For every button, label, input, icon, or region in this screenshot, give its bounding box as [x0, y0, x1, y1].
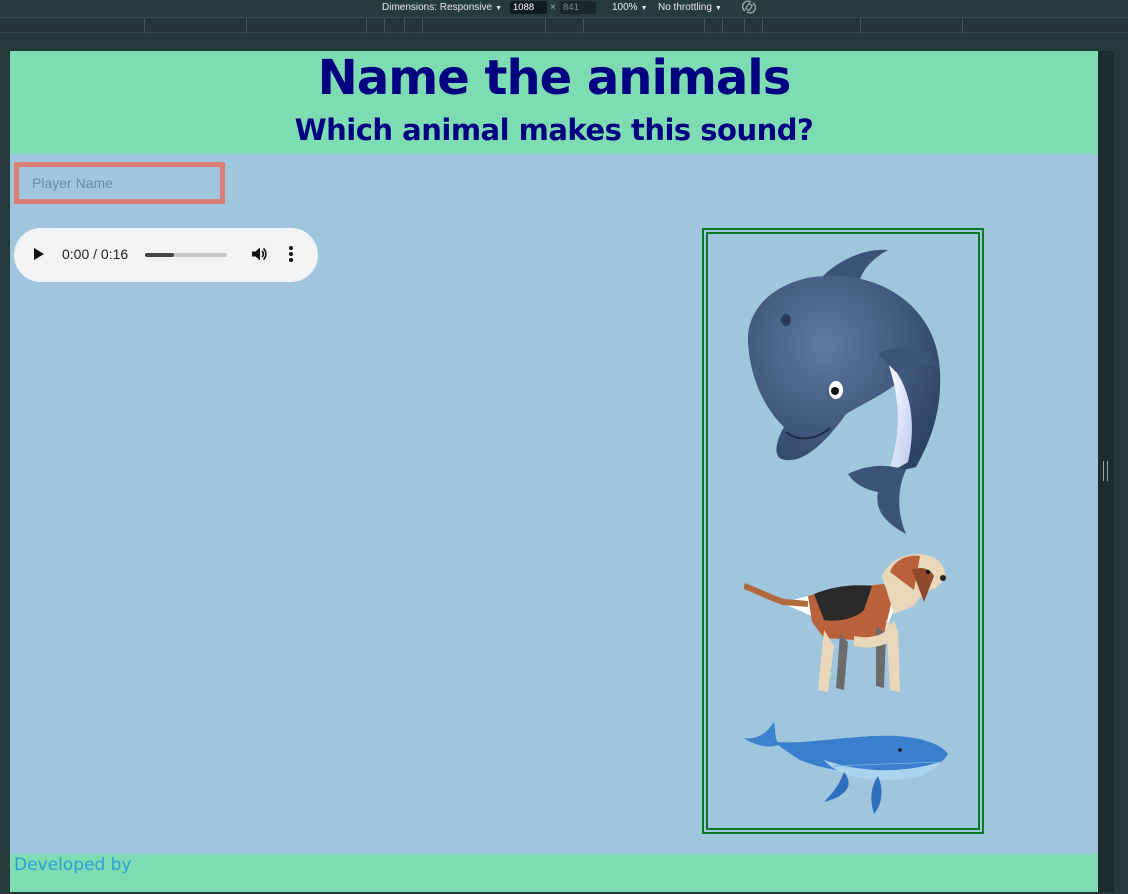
audio-player[interactable]: 0:00 / 0:16	[14, 228, 318, 282]
devtools-device-toolbar: Dimensions: Responsive ▼ 1088 × 841 100% ▼…	[0, 0, 1128, 17]
page-title: Name the animals	[317, 51, 792, 106]
times-sign: ×	[550, 2, 556, 13]
audio-progress-fill	[145, 253, 174, 257]
chevron-down-icon: ▼	[714, 5, 722, 12]
developed-by-text: Developed by	[14, 855, 132, 875]
whale-image[interactable]	[744, 720, 950, 820]
rotate-icon[interactable]	[741, 0, 757, 17]
dog-image[interactable]	[743, 550, 950, 704]
dolphin-image[interactable]	[738, 242, 948, 538]
page-subtitle: Which animal makes this sound?	[294, 113, 814, 147]
page-viewport: Name the animals Which animal makes this…	[10, 51, 1098, 892]
drag-handle-icon	[1103, 461, 1108, 481]
more-options-icon[interactable]	[289, 246, 293, 264]
chevron-down-icon: ▼	[495, 5, 502, 12]
zoom-label: 100%	[612, 2, 638, 13]
resize-handle[interactable]	[1098, 51, 1114, 892]
audio-seek-bar[interactable]	[145, 253, 227, 257]
width-input[interactable]: 1088	[510, 1, 547, 14]
height-input[interactable]: 841	[560, 1, 596, 14]
animal-choices-panel	[702, 228, 984, 834]
dimensions-label: Dimensions: Responsive	[382, 2, 493, 13]
dimensions-dropdown[interactable]: Dimensions: Responsive ▼	[382, 2, 502, 13]
zoom-dropdown[interactable]: 100% ▼	[612, 2, 648, 13]
chevron-down-icon: ▼	[640, 5, 648, 12]
page-header: Name the animals Which animal makes this…	[10, 51, 1098, 154]
audio-time: 0:00 / 0:16	[62, 246, 129, 262]
media-query-ruler	[0, 17, 1128, 33]
throttling-label: No throttling	[658, 2, 712, 13]
player-name-input[interactable]	[14, 162, 225, 204]
throttling-dropdown[interactable]: No throttling ▼	[658, 2, 722, 13]
page-footer: Developed by	[10, 854, 1098, 892]
volume-icon[interactable]	[250, 245, 268, 268]
play-icon[interactable]	[34, 248, 44, 260]
